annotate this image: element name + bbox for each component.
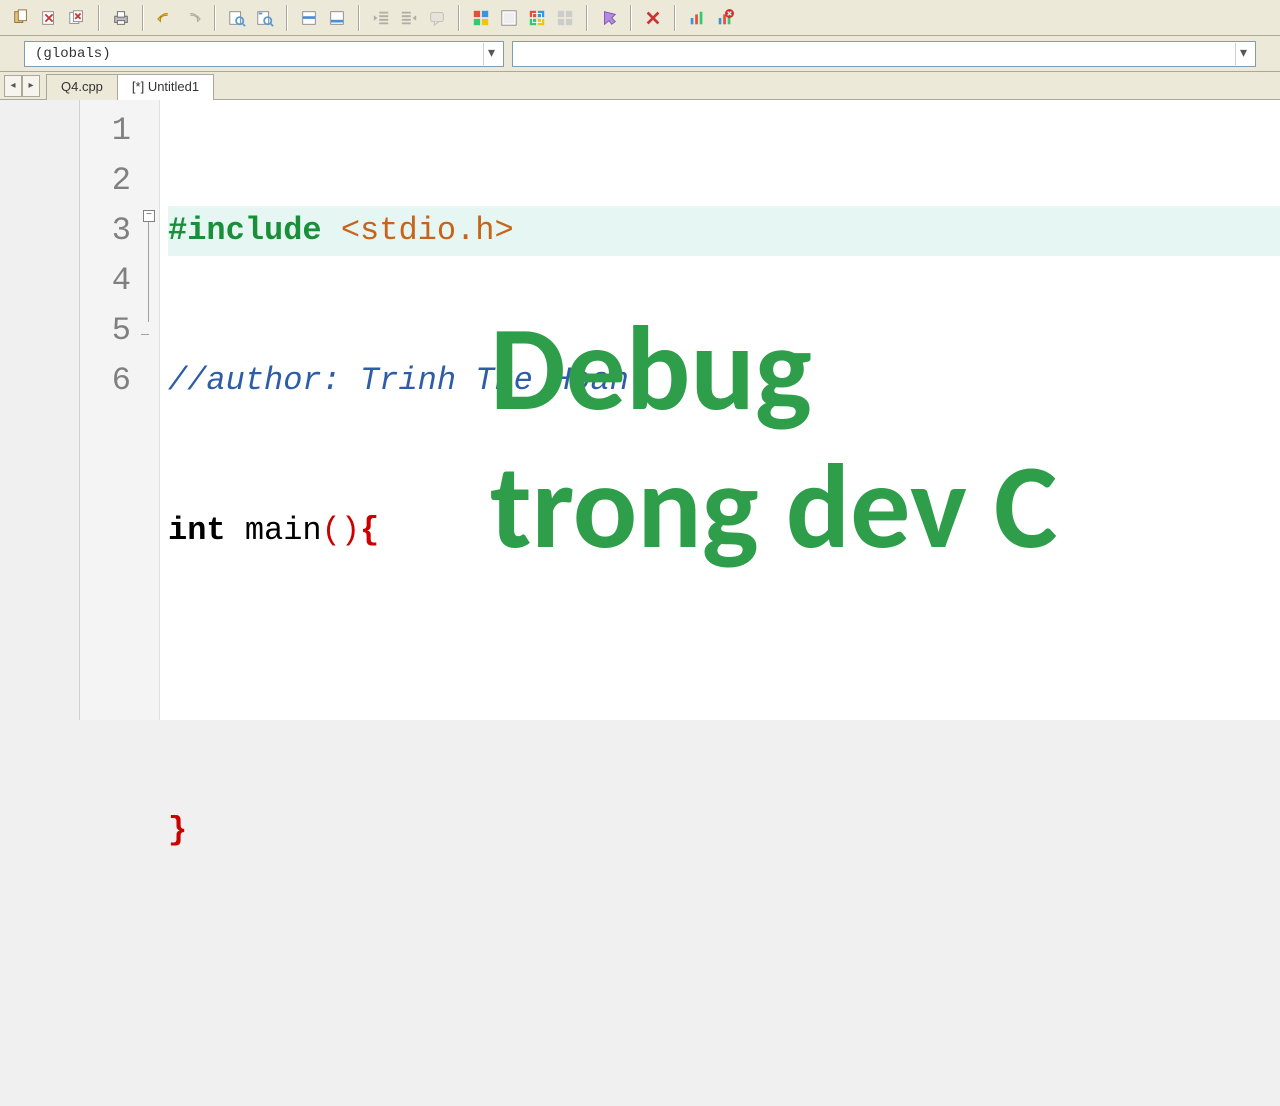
chevron-down-icon: ▾: [1235, 43, 1251, 65]
editor-tabstrip: ◂ ▸ Q4.cpp [*] Untitled1: [0, 72, 1280, 100]
tab-q4-cpp[interactable]: Q4.cpp: [46, 74, 118, 100]
tab-untitled1[interactable]: [*] Untitled1: [117, 74, 214, 100]
tab-scroll-left-icon[interactable]: ◂: [4, 75, 22, 97]
rebuild-icon[interactable]: [552, 5, 578, 31]
indent-right-icon[interactable]: [396, 5, 422, 31]
members-combo[interactable]: ▾: [512, 41, 1256, 67]
token-function: main: [245, 512, 322, 549]
token-brace: }: [168, 812, 187, 849]
compile-run-icon[interactable]: [524, 5, 550, 31]
line-number: 1: [80, 106, 131, 156]
token-brace: {: [360, 512, 379, 549]
scope-combo-text: (globals): [35, 46, 111, 62]
toggle-comment-icon[interactable]: [424, 5, 450, 31]
bookmark-toggle-icon[interactable]: [324, 5, 350, 31]
token-include-target: <stdio.h>: [341, 212, 514, 249]
code-text[interactable]: #include <stdio.h> //author: Trinh The H…: [160, 100, 1280, 720]
token-preprocessor: #include: [168, 212, 322, 249]
tab-scroll-right-icon[interactable]: ▸: [22, 75, 40, 97]
close-file-icon[interactable]: [36, 5, 62, 31]
line-number: 5: [80, 306, 131, 356]
tab-label: [*] Untitled1: [132, 79, 199, 94]
fold-collapse-icon[interactable]: −: [143, 210, 155, 222]
goto-line-icon[interactable]: [296, 5, 322, 31]
close-all-icon[interactable]: [64, 5, 90, 31]
line-number: 2: [80, 156, 131, 206]
profile-delete-icon[interactable]: [712, 5, 738, 31]
scope-bar: (globals) ▾ ▾: [0, 36, 1280, 72]
token-comment: //author: Trinh The Hoan: [168, 362, 629, 399]
scope-combo[interactable]: (globals) ▾: [24, 41, 504, 67]
copy-all-icon[interactable]: [8, 5, 34, 31]
redo-icon[interactable]: [180, 5, 206, 31]
find-icon[interactable]: [224, 5, 250, 31]
run-icon[interactable]: [496, 5, 522, 31]
line-number: 4: [80, 256, 131, 306]
debug-stop-icon[interactable]: [640, 5, 666, 31]
main-toolbar: [0, 0, 1280, 36]
debug-start-icon[interactable]: [596, 5, 622, 31]
compile-icon[interactable]: [468, 5, 494, 31]
undo-icon[interactable]: [152, 5, 178, 31]
project-sidebar-collapsed[interactable]: [0, 100, 80, 720]
code-editor[interactable]: 1 2 3 − 4 5 6 #include <stdio.h> //autho…: [80, 100, 1280, 720]
chevron-down-icon: ▾: [483, 43, 499, 65]
profile-icon[interactable]: [684, 5, 710, 31]
indent-left-icon[interactable]: [368, 5, 394, 31]
token-parens: (): [322, 512, 360, 549]
token-keyword: int: [168, 512, 226, 549]
replace-icon[interactable]: [252, 5, 278, 31]
line-number: 6: [80, 356, 131, 406]
tab-label: Q4.cpp: [61, 79, 103, 94]
line-number-gutter: 1 2 3 − 4 5 6: [80, 100, 160, 720]
print-icon[interactable]: [108, 5, 134, 31]
line-number: 3 −: [80, 206, 131, 256]
editor-area: 1 2 3 − 4 5 6 #include <stdio.h> //autho…: [0, 100, 1280, 720]
